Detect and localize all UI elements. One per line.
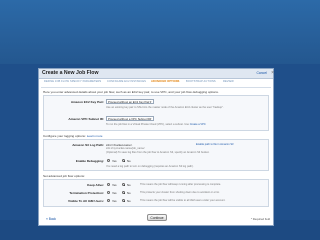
close-icon[interactable]: × xyxy=(271,70,274,76)
step-specify-parameters[interactable]: SPECIFY PARAMETERS xyxy=(70,80,101,83)
debug-no-radio[interactable] xyxy=(122,159,125,162)
s3-hint: (Optional) To save log files from the jo… xyxy=(106,151,210,154)
debug-yes-label: Yes xyxy=(112,159,117,163)
debug-no-label: No xyxy=(127,159,131,163)
vpc-hint-text: To run the job flow in a Virtual Private… xyxy=(106,123,189,126)
create-job-flow-dialog: Create a New Job Flow Cancel × DEFINE JO… xyxy=(38,68,274,226)
termination-no-radio[interactable] xyxy=(122,191,125,194)
logging-section: Amazon S3 Log Path: s3n://<bucket-name> … xyxy=(43,139,269,171)
cancel-link[interactable]: Cancel xyxy=(256,71,267,75)
advanced-intro: Set advanced job flow options: xyxy=(43,174,85,178)
create-vpc-link[interactable]: Create a VPC xyxy=(190,123,206,126)
logging-intro: Configure your logging options: Learn mo… xyxy=(43,134,103,138)
back-button[interactable]: « Back xyxy=(46,217,56,221)
intro-text: Here you enter advanced details about yo… xyxy=(43,90,219,94)
enable-path-link[interactable]: Enable path to file in Amazon S3 xyxy=(196,143,234,146)
key-pair-select[interactable]: Proceed without an EC2 Key Pair ▼ xyxy=(106,99,154,104)
steps-divider xyxy=(41,87,271,88)
s3-log-path-label: Amazon S3 Log Path: xyxy=(72,143,104,147)
termination-hint: This protects your cluster from shutting… xyxy=(140,191,220,194)
logging-intro-text: Configure your logging options: xyxy=(43,134,86,138)
visible-no-label: No xyxy=(127,199,131,203)
keep-alive-yes-radio[interactable] xyxy=(107,183,110,186)
visible-iam-label: Visible To All IAM Users: xyxy=(67,199,104,203)
dialog-title: Create a New Job Flow xyxy=(42,70,99,76)
debug-yes-radio[interactable] xyxy=(107,159,110,162)
visible-no-radio[interactable] xyxy=(122,199,125,202)
termination-yes-label: Yes xyxy=(112,191,117,195)
vpc-subnet-hint: To run the job flow in a Virtual Private… xyxy=(106,123,206,126)
keep-alive-hint: This means the job flow will keep runnin… xyxy=(140,183,222,186)
debug-hint: You need a log path to turn on debugging… xyxy=(106,165,194,168)
wizard-steps: DEFINE JOB FLOW SPECIFY PARAMETERS CONFI… xyxy=(41,80,271,87)
keep-alive-label: Keep Alive: xyxy=(87,183,104,187)
termination-protection-label: Termination Protection: xyxy=(69,191,104,195)
step-define-job-flow[interactable]: DEFINE JOB FLOW xyxy=(44,80,69,83)
vpc-subnet-value: Proceed without a VPC Subnet ID xyxy=(108,117,151,121)
chevron-down-icon: ▼ xyxy=(149,101,152,104)
chevron-down-icon: ▼ xyxy=(149,118,152,121)
visible-hint: This means the job flow will be visible … xyxy=(140,199,226,202)
learn-more-link[interactable]: Learn more xyxy=(87,134,103,138)
step-bootstrap-actions[interactable]: BOOTSTRAP ACTIONS xyxy=(186,80,216,83)
termination-yes-radio[interactable] xyxy=(107,191,110,194)
visible-yes-radio[interactable] xyxy=(107,199,110,202)
step-review[interactable]: REVIEW xyxy=(223,80,234,83)
s3-example: s3n://my-bucket-name/job_name/ xyxy=(106,147,145,150)
required-note: * Required field xyxy=(250,217,270,221)
termination-no-label: No xyxy=(127,191,131,195)
enable-debugging-label: Enable Debugging: xyxy=(75,159,104,163)
visible-yes-label: Yes xyxy=(112,199,117,203)
ec2-vpc-section: Amazon EC2 Key Pair: Proceed without an … xyxy=(43,95,269,131)
keep-alive-no-radio[interactable] xyxy=(122,183,125,186)
key-pair-value: Proceed without an EC2 Key Pair xyxy=(108,100,150,104)
key-pair-hint: Use an existing key pair to SSH into the… xyxy=(106,106,224,109)
step-advanced-options: ADVANCED OPTIONS xyxy=(151,80,180,83)
keep-alive-no-label: No xyxy=(127,183,131,187)
keep-alive-yes-label: Yes xyxy=(112,183,117,187)
vpc-subnet-label: Amazon VPC Subnet ID: xyxy=(68,117,104,121)
key-pair-label: Amazon EC2 Key Pair: xyxy=(70,100,104,104)
continue-button[interactable]: Continue xyxy=(147,214,167,221)
page-header-background xyxy=(0,0,320,64)
vpc-subnet-select[interactable]: Proceed without a VPC Subnet ID ▼ xyxy=(106,116,154,121)
advanced-section: Keep Alive: Yes No This means the job fl… xyxy=(43,179,269,207)
step-configure-ec2[interactable]: CONFIGURE EC2 INSTANCES xyxy=(107,80,146,83)
dialog-titlebar: Create a New Job Flow Cancel × xyxy=(39,69,274,79)
